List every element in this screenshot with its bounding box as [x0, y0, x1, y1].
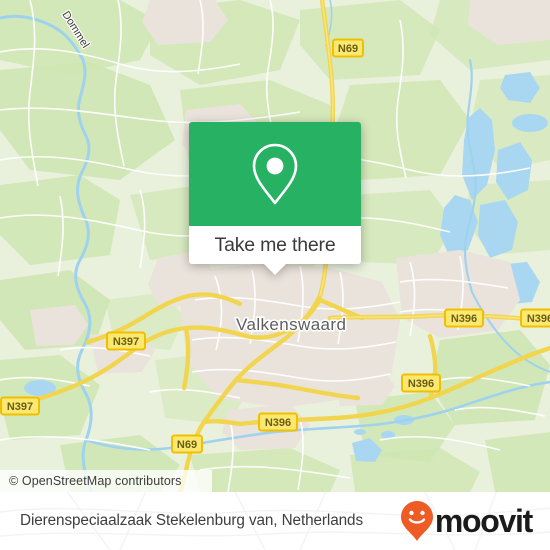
take-me-there-label: Take me there: [214, 233, 336, 256]
road-shield-label: N397: [113, 336, 139, 348]
road-shield-n396-1: N396: [444, 308, 484, 328]
road-shield-n69-7: N69: [171, 434, 203, 454]
take-me-there-card[interactable]: Take me there: [189, 122, 361, 275]
road-shield-label: N396: [408, 378, 434, 390]
road-shield-label: N396: [451, 313, 477, 325]
road-shield-label: N397: [7, 401, 33, 413]
road-shield-n396-5: N396: [401, 373, 441, 393]
road-shield-label: N69: [177, 439, 197, 451]
road-shield-n397-3: N397: [106, 331, 146, 351]
map-canvas[interactable]: Valkenswaard Dommel N69N396N396N397N397N…: [0, 0, 550, 492]
osm-attribution[interactable]: © OpenStreetMap contributors: [0, 470, 212, 492]
footer-bar: Dierenspeciaalzaak Stekelenburg van, Net…: [0, 492, 550, 550]
road-shield-n396-2: N396: [520, 308, 550, 328]
road-shield-label: N69: [338, 43, 358, 55]
road-shield-label: N396: [527, 313, 550, 325]
card-label-area[interactable]: Take me there: [189, 226, 361, 275]
road-shield-n397-4: N397: [0, 396, 40, 416]
road-shield-n69-0: N69: [332, 38, 364, 58]
osm-attribution-text: © OpenStreetMap contributors: [9, 474, 182, 488]
moovit-smiley-pin-icon: [400, 501, 433, 541]
place-title: Dierenspeciaalzaak Stekelenburg van, Net…: [20, 512, 363, 529]
road-shield-label: N396: [265, 417, 291, 429]
map-city-label: Valkenswaard: [236, 315, 346, 334]
moovit-logo[interactable]: moovit: [400, 500, 533, 542]
road-shield-n396-6: N396: [258, 412, 298, 432]
location-pin-icon: [252, 143, 298, 205]
moovit-wordmark: moovit: [434, 503, 533, 539]
card-pin-area: [189, 122, 361, 226]
card-pointer-tail: [264, 264, 286, 275]
